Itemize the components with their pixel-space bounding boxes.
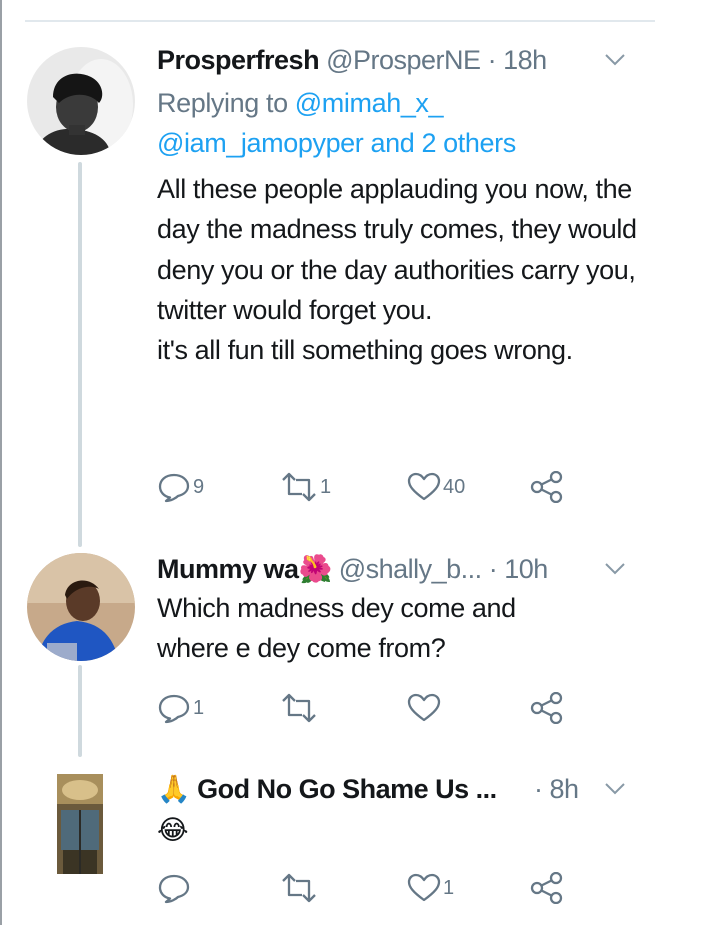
separator-dot: · [534,774,543,804]
tweet-actions: 9 1 40 [157,467,577,507]
display-name[interactable]: God No Go Shame Us ... [197,774,497,804]
praying-hands-emoji: 🙏 [157,774,191,804]
heart-icon [407,873,441,902]
chevron-down-icon[interactable] [604,52,626,68]
thread-line [78,162,82,547]
retweet-icon [282,873,316,903]
thread-line [78,665,82,757]
retweet-icon [282,693,316,723]
reply-icon [158,694,190,724]
reply-icon [158,473,190,503]
like-count: 1 [443,876,455,899]
tweet-text: Which madness dey come and where e dey c… [157,593,516,664]
user-handle[interactable]: @shally_b... [339,554,482,584]
chevron-down-icon[interactable] [604,781,626,797]
retweet-button[interactable] [280,688,320,728]
window-left-edge [0,0,2,925]
like-button[interactable]: 40 [407,467,465,507]
tweet-header: Prosperfresh @ProsperNE · 18h [157,44,547,76]
tweet-header: 🙏 God No Go Shame Us ... [157,773,497,805]
tweet-header: Mummy wa🌺 @shally_b... · 10h [157,553,548,585]
retweet-count: 1 [320,475,332,498]
tweet-actions: 1 [157,868,577,908]
timestamp[interactable]: 8h [550,774,580,804]
mention-link[interactable]: @mimah_x_ [295,88,444,118]
share-icon [530,471,563,503]
tweet-text: 😂 [157,815,189,845]
retweet-icon [282,472,316,502]
retweet-button[interactable]: 1 [280,467,331,507]
share-icon [530,872,563,904]
like-button[interactable]: 1 [407,868,454,908]
tweet-text: All these people applauding you now, the… [157,174,637,366]
replying-to-label: Replying to [157,88,288,118]
heart-icon [407,693,441,722]
tweet-actions: 1 [157,688,577,728]
avatar[interactable] [27,553,135,661]
share-button[interactable] [529,467,565,507]
like-button[interactable] [407,688,443,728]
chevron-down-icon[interactable] [604,561,626,577]
mention-others-link[interactable]: @iam_jamopyper and 2 others [157,123,516,163]
reply-button[interactable]: 1 [157,688,204,728]
user-handle[interactable]: @ProsperNE [326,45,481,75]
display-name[interactable]: Prosperfresh [157,45,320,75]
heart-icon [407,472,441,501]
display-name[interactable]: Mummy wa [157,554,299,584]
replying-to: Replying to @mimah_x_ [157,83,444,123]
timestamp[interactable]: 18h [503,45,547,75]
share-button[interactable] [529,868,565,908]
share-button[interactable] [529,688,565,728]
top-divider [25,20,655,22]
reply-count: 9 [193,475,205,498]
retweet-button[interactable] [280,868,320,908]
avatar[interactable] [27,770,135,878]
separator-dot: · [488,554,498,584]
hibiscus-emoji: 🌺 [298,554,333,584]
reply-icon [158,874,190,904]
separator-dot: · [487,45,497,75]
reply-button[interactable]: 9 [157,467,204,507]
share-icon [530,692,563,724]
like-count: 40 [443,475,466,498]
avatar[interactable] [27,47,135,155]
reply-count: 1 [193,696,205,719]
reply-button[interactable] [157,868,193,908]
timestamp[interactable]: 10h [504,554,548,584]
tweet-meta: · 8h [534,773,579,805]
